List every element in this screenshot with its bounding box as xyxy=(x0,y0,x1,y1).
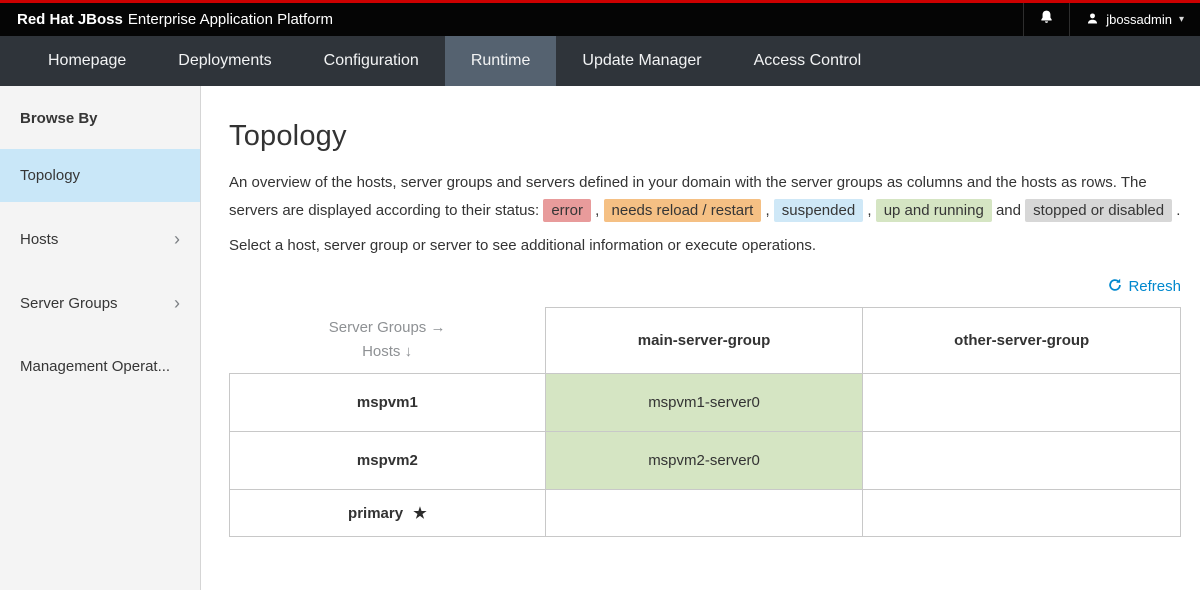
primary-nav: Homepage Deployments Configuration Runti… xyxy=(0,36,1200,86)
intro-sentence: An overview of the hosts, server groups … xyxy=(229,174,1117,191)
refresh-button[interactable]: Refresh xyxy=(1108,278,1181,296)
table-row-mspvm2: mspvm2 mspvm2-server0 xyxy=(230,431,1181,489)
server-cell-mspvm2-server0[interactable]: mspvm2-server0 xyxy=(545,431,863,489)
corner-hosts-label: Hosts ↓ xyxy=(230,340,545,364)
separator: , xyxy=(765,202,769,219)
sidebar-item-label: Hosts xyxy=(20,231,58,248)
user-icon xyxy=(1086,12,1099,28)
sidebar-item-topology[interactable]: Topology xyxy=(0,149,200,202)
sidebar-item-server-groups[interactable]: Server Groups › xyxy=(0,276,200,330)
corner-server-groups-label: Server Groups → xyxy=(230,316,545,340)
server-cell-empty xyxy=(863,431,1181,489)
status-badge-needs-reload: needs reload / restart xyxy=(604,199,762,222)
host-label: primary xyxy=(348,505,403,522)
status-badge-stopped-or-disabled: stopped or disabled xyxy=(1025,199,1172,222)
notifications-button[interactable] xyxy=(1023,3,1069,36)
sidebar-item-label: Server Groups xyxy=(20,295,118,312)
intro-text: An overview of the hosts, server groups … xyxy=(229,169,1181,225)
nav-item-update-manager[interactable]: Update Manager xyxy=(556,36,727,86)
refresh-label: Refresh xyxy=(1128,278,1181,295)
select-hint-text: Select a host, server group or server to… xyxy=(229,237,1181,254)
server-cell-empty xyxy=(545,489,863,536)
host-cell-primary[interactable]: primary ★ xyxy=(230,489,546,536)
table-row-mspvm1: mspvm1 mspvm1-server0 xyxy=(230,373,1181,431)
refresh-row: Refresh xyxy=(229,278,1181,297)
separator: , xyxy=(867,202,871,219)
content-layout: Browse By Topology Hosts › Server Groups… xyxy=(0,86,1200,590)
user-name: jbossadmin xyxy=(1106,12,1172,27)
nav-item-runtime[interactable]: Runtime xyxy=(445,36,557,86)
chevron-right-icon: › xyxy=(174,230,180,248)
server-cell-empty xyxy=(863,373,1181,431)
host-cell-mspvm2[interactable]: mspvm2 xyxy=(230,431,546,489)
server-cell-mspvm1-server0[interactable]: mspvm1-server0 xyxy=(545,373,863,431)
sidebar-item-label: Management Operat... xyxy=(20,358,170,375)
bell-icon xyxy=(1039,9,1054,30)
host-cell-mspvm1[interactable]: mspvm1 xyxy=(230,373,546,431)
page-title: Topology xyxy=(229,120,1181,153)
separator: and xyxy=(996,202,1021,219)
table-corner-legend: Server Groups → Hosts ↓ xyxy=(230,307,546,373)
main-content: Topology An overview of the hosts, serve… xyxy=(201,86,1200,590)
brand-logo[interactable]: Red Hat JBoss Enterprise Application Pla… xyxy=(17,3,333,36)
refresh-icon xyxy=(1108,278,1122,296)
chevron-right-icon: › xyxy=(174,294,180,312)
brand-name-rest: Enterprise Application Platform xyxy=(128,11,333,28)
brand-name-bold: Red Hat JBoss xyxy=(17,11,123,28)
sidebar-item-hosts[interactable]: Hosts › xyxy=(0,212,200,266)
nav-item-configuration[interactable]: Configuration xyxy=(298,36,445,86)
nav-item-deployments[interactable]: Deployments xyxy=(152,36,297,86)
nav-item-homepage[interactable]: Homepage xyxy=(22,36,152,86)
status-badge-error: error xyxy=(543,199,591,222)
domain-controller-star-icon: ★ xyxy=(413,505,426,522)
table-row-primary: primary ★ xyxy=(230,489,1181,536)
status-badge-suspended: suspended xyxy=(774,199,863,222)
chevron-down-icon: ▾ xyxy=(1179,14,1184,25)
table-header-row: Server Groups → Hosts ↓ main-server-grou… xyxy=(230,307,1181,373)
nav-item-access-control[interactable]: Access Control xyxy=(728,36,888,86)
column-header-other-server-group[interactable]: other-server-group xyxy=(863,307,1181,373)
masthead: Red Hat JBoss Enterprise Application Pla… xyxy=(0,0,1200,36)
column-header-main-server-group[interactable]: main-server-group xyxy=(545,307,863,373)
topology-table: Server Groups → Hosts ↓ main-server-grou… xyxy=(229,307,1181,537)
sidebar-item-label: Topology xyxy=(20,167,80,184)
sidebar: Browse By Topology Hosts › Server Groups… xyxy=(0,86,201,590)
user-menu[interactable]: jbossadmin ▾ xyxy=(1069,3,1200,36)
masthead-utilities: jbossadmin ▾ xyxy=(1023,3,1200,36)
server-cell-empty xyxy=(863,489,1181,536)
separator: , xyxy=(595,202,599,219)
sidebar-item-management-operations[interactable]: Management Operat... xyxy=(0,340,200,393)
sidebar-heading: Browse By xyxy=(0,86,200,149)
separator: . xyxy=(1176,202,1180,219)
status-badge-up-and-running: up and running xyxy=(876,199,992,222)
